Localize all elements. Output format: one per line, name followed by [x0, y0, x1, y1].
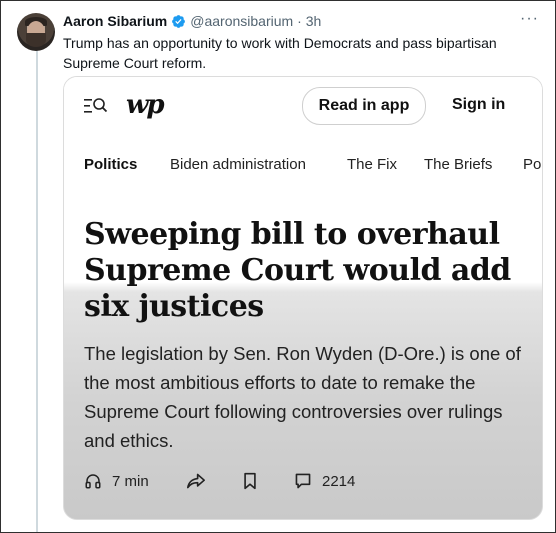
tweet-text: Trump has an opportunity to work with De…	[63, 35, 497, 71]
author-handle[interactable]: @aaronsibarium	[190, 13, 293, 29]
wp-nav: Politics Biden administration The Fix Th…	[64, 137, 542, 189]
avatar[interactable]	[17, 13, 55, 51]
nav-the-briefs: The Briefs	[424, 156, 493, 173]
article-actions: 7 min 2214	[64, 469, 542, 495]
tweet-header: Aaron Sibarium @aaronsibarium · 3h ···	[63, 10, 539, 30]
share-action	[186, 472, 206, 490]
comment-action: 2214	[294, 472, 355, 490]
nav-po: Po	[523, 156, 542, 173]
menu-search-icon	[84, 98, 108, 113]
read-in-app-button: Read in app	[302, 87, 426, 125]
comment-count: 2214	[322, 472, 356, 490]
sign-in-link: Sign in	[452, 96, 506, 113]
tweet-frame: Aaron Sibarium @aaronsibarium · 3h ··· T…	[0, 0, 556, 533]
thread-line	[36, 49, 38, 532]
nav-the-fix: The Fix	[347, 156, 398, 173]
article-headline: Sweeping bill to overhaul Supreme Court …	[84, 217, 511, 324]
share-icon	[187, 473, 205, 489]
wp-topbar: wp Read in app Sign in	[64, 77, 542, 137]
link-card-screenshot[interactable]: wp Read in app Sign in Politics Biden ad…	[63, 76, 543, 520]
bookmark-action	[242, 472, 258, 490]
verified-badge-icon	[172, 14, 186, 28]
more-icon[interactable]: ···	[520, 10, 539, 28]
nav-politics: Politics	[84, 156, 138, 173]
article-deck: The legislation by Sen. Ron Wyden (D-Ore…	[84, 343, 521, 451]
author-name[interactable]: Aaron Sibarium	[63, 13, 167, 29]
bookmark-icon	[244, 472, 256, 490]
headphones-icon	[85, 474, 101, 489]
wp-logo: wp	[126, 90, 165, 120]
tweet-time[interactable]: · 3h	[297, 13, 321, 29]
read-time: 7 min	[112, 472, 149, 490]
comment-icon	[295, 473, 311, 489]
listen-action: 7 min	[84, 472, 149, 490]
nav-biden-administration: Biden administration	[170, 156, 306, 173]
